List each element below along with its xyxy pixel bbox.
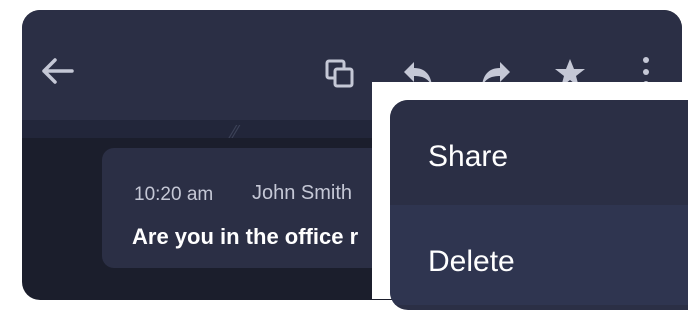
copy-icon[interactable] xyxy=(324,58,356,90)
message-sender: John Smith xyxy=(252,182,353,204)
menu-item-delete[interactable]: Delete xyxy=(390,205,688,305)
message-text: Are you in the office r xyxy=(132,224,359,249)
menu-item-delete-label: Delete xyxy=(428,245,515,278)
message-time: 10:20 am xyxy=(134,184,214,205)
arrow-back-icon[interactable] xyxy=(40,56,74,86)
decorative-mark: ⁄⁄ xyxy=(232,122,239,142)
context-menu: Share Delete xyxy=(372,82,688,310)
context-menu-panel: Share Delete xyxy=(390,100,688,310)
menu-item-share[interactable]: Share xyxy=(390,100,688,200)
menu-item-share-label: Share xyxy=(428,140,509,173)
